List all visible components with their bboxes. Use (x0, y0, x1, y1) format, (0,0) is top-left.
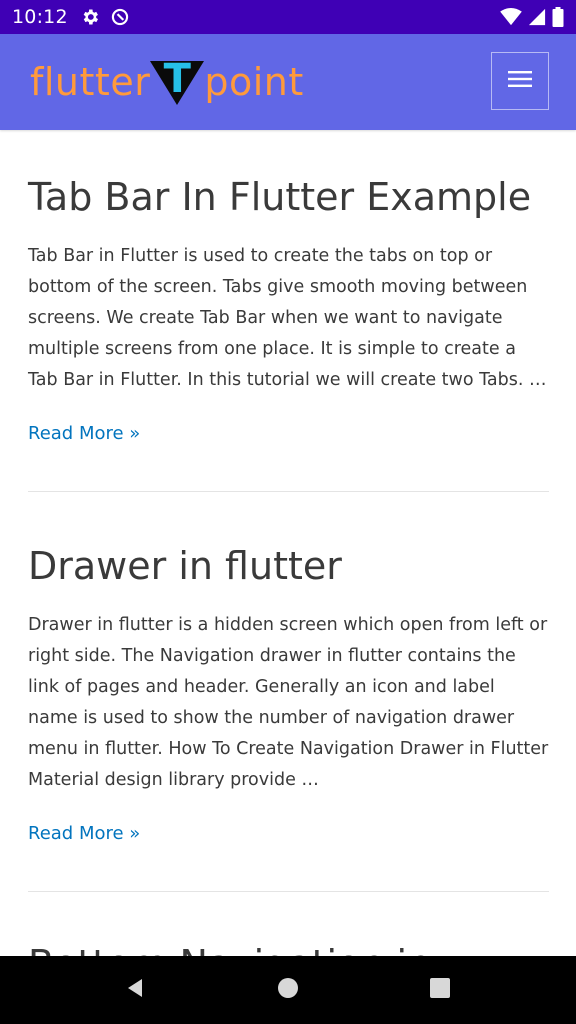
read-more-link[interactable]: Read More » (28, 824, 140, 843)
post-excerpt: Drawer in flutter is a hidden screen whi… (28, 614, 549, 790)
post-item: Drawer in flutter Drawer in flutter is a… (28, 492, 549, 892)
post-excerpt: Tab Bar in Flutter is used to create the… (28, 245, 547, 390)
post-list: Tab Bar In Flutter Example Tab Bar in Fl… (28, 130, 549, 1024)
hamburger-menu-icon (508, 70, 532, 93)
data-saver-icon (110, 7, 130, 27)
wifi-icon (500, 8, 522, 26)
read-more-link[interactable]: Read More » (28, 424, 140, 443)
back-button[interactable] (106, 960, 166, 1020)
site-header: flutter T point (0, 34, 576, 130)
home-button[interactable] (258, 960, 318, 1020)
logo-text-right: point (204, 60, 304, 104)
home-icon (276, 976, 300, 1005)
site-logo[interactable]: flutter T point (30, 54, 304, 110)
status-right-icons (500, 7, 564, 27)
signal-icon (528, 8, 546, 26)
recents-icon (428, 976, 452, 1005)
battery-icon (552, 7, 564, 27)
post-item: Tab Bar In Flutter Example Tab Bar in Fl… (28, 130, 549, 492)
logo-triangle-mark: T (148, 57, 206, 107)
recents-button[interactable] (410, 960, 470, 1020)
status-left-icons (80, 7, 130, 27)
logo-text-left: flutter (30, 60, 151, 104)
post-title[interactable]: Drawer in flutter (28, 544, 549, 590)
navigation-bar (0, 956, 576, 1024)
menu-button[interactable] (491, 52, 549, 110)
screen: 10:12 flutter T point Tab Bar In Flutter… (0, 0, 576, 1024)
status-bar: 10:12 (0, 0, 576, 34)
logo-letter: T (163, 56, 191, 102)
back-icon (124, 976, 148, 1005)
status-time: 10:12 (12, 6, 68, 28)
post-title[interactable]: Tab Bar In Flutter Example (28, 175, 549, 221)
settings-icon (80, 7, 100, 27)
